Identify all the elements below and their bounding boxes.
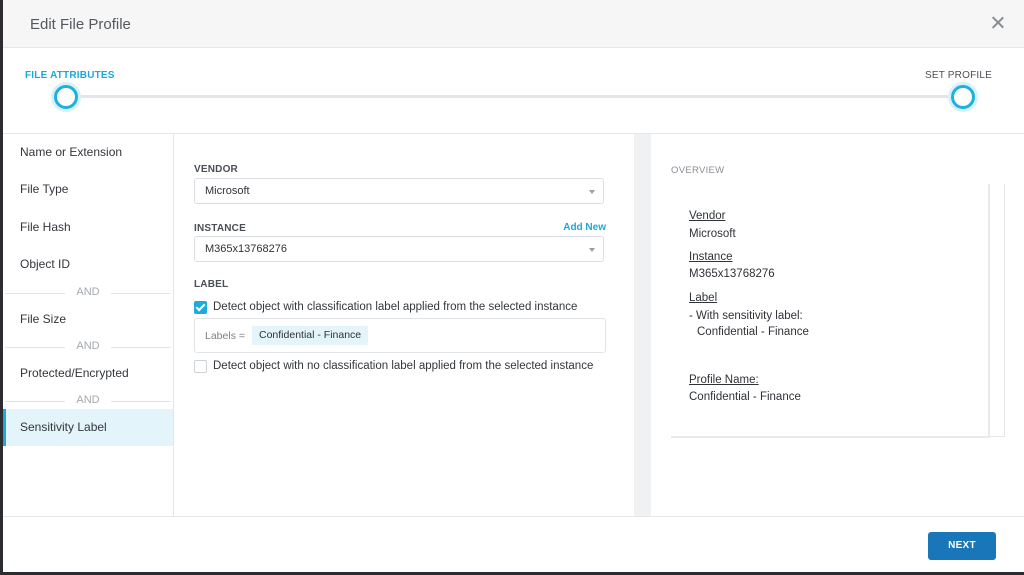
checkbox-checked-icon[interactable] (194, 301, 207, 314)
instance-label: INSTANCE (194, 223, 246, 234)
overview-vendor-value: Microsoft (689, 228, 736, 240)
option-with-label-text: Detect object with classification label … (213, 301, 578, 313)
sidebar-item-sensitivity-label[interactable]: Sensitivity Label (3, 409, 173, 446)
stepper-track (65, 95, 961, 98)
labels-key: Labels = (205, 330, 245, 342)
attribute-form: VENDOR Microsoft INSTANCE Add New M365x1… (174, 134, 634, 516)
overview-label-label: Label (689, 292, 718, 304)
step-set-profile-label[interactable]: SET PROFILE (925, 70, 992, 81)
add-new-link[interactable]: Add New (563, 222, 606, 233)
chevron-down-icon (589, 190, 595, 194)
overview-instance-value: M365x13768276 (689, 268, 775, 280)
modal-header: Edit File Profile (3, 0, 1024, 48)
checkbox-unchecked-icon[interactable] (194, 360, 207, 373)
overview-profile-label: Profile Name: (689, 374, 759, 386)
overview-label-line2: Confidential - Finance (697, 326, 809, 338)
vendor-select[interactable]: Microsoft (194, 178, 604, 204)
sidebar-item-file-hash[interactable]: File Hash (3, 209, 173, 246)
step-file-attributes-node[interactable] (54, 85, 78, 109)
overview-card: Vendor Microsoft Instance M365x13768276 … (671, 184, 990, 438)
sidebar-item-object-id[interactable]: Object ID (3, 246, 173, 283)
overview-title: OVERVIEW (671, 165, 725, 176)
and-separator: AND (3, 340, 173, 352)
edit-file-profile-modal: Edit File Profile FILE ATTRIBUTES SET PR… (3, 0, 1024, 572)
sidebar-item-file-type[interactable]: File Type (3, 171, 173, 208)
next-button[interactable]: NEXT (928, 532, 996, 560)
sidebar-item-name-or-extension[interactable]: Name or Extension (3, 134, 173, 171)
panel-divider (634, 134, 651, 516)
step-file-attributes-label[interactable]: FILE ATTRIBUTES (25, 70, 115, 81)
and-separator: AND (3, 394, 173, 406)
sidebar-item-file-size[interactable]: File Size (3, 301, 173, 338)
overview-instance-label: Instance (689, 251, 733, 263)
instance-select[interactable]: M365x13768276 (194, 236, 604, 262)
instance-value: M365x13768276 (205, 243, 287, 255)
overview-panel: OVERVIEW Vendor Microsoft Instance M365x… (651, 134, 1024, 516)
vendor-label: VENDOR (194, 164, 238, 175)
overview-label-line1: - With sensitivity label: (689, 310, 803, 322)
overview-profile-value: Confidential - Finance (689, 391, 801, 403)
modal-title: Edit File Profile (30, 16, 131, 33)
attribute-sidebar: Name or Extension File Type File Hash Ob… (3, 134, 174, 516)
step-set-profile-node[interactable] (951, 85, 975, 109)
label-chip[interactable]: Confidential - Finance (252, 326, 369, 345)
overview-vendor-label: Vendor (689, 210, 726, 222)
vendor-value: Microsoft (205, 185, 250, 197)
progress-stepper: FILE ATTRIBUTES SET PROFILE (3, 48, 1024, 134)
and-separator: AND (3, 286, 173, 298)
option-no-label-text: Detect object with no classification lab… (213, 360, 594, 372)
labels-input[interactable]: Labels = Confidential - Finance (194, 318, 606, 353)
modal-footer: NEXT (3, 516, 1024, 573)
sidebar-item-protected-encrypted[interactable]: Protected/Encrypted (3, 355, 173, 392)
close-icon[interactable] (988, 13, 1008, 33)
chevron-down-icon (589, 248, 595, 252)
label-section-label: LABEL (194, 279, 229, 290)
